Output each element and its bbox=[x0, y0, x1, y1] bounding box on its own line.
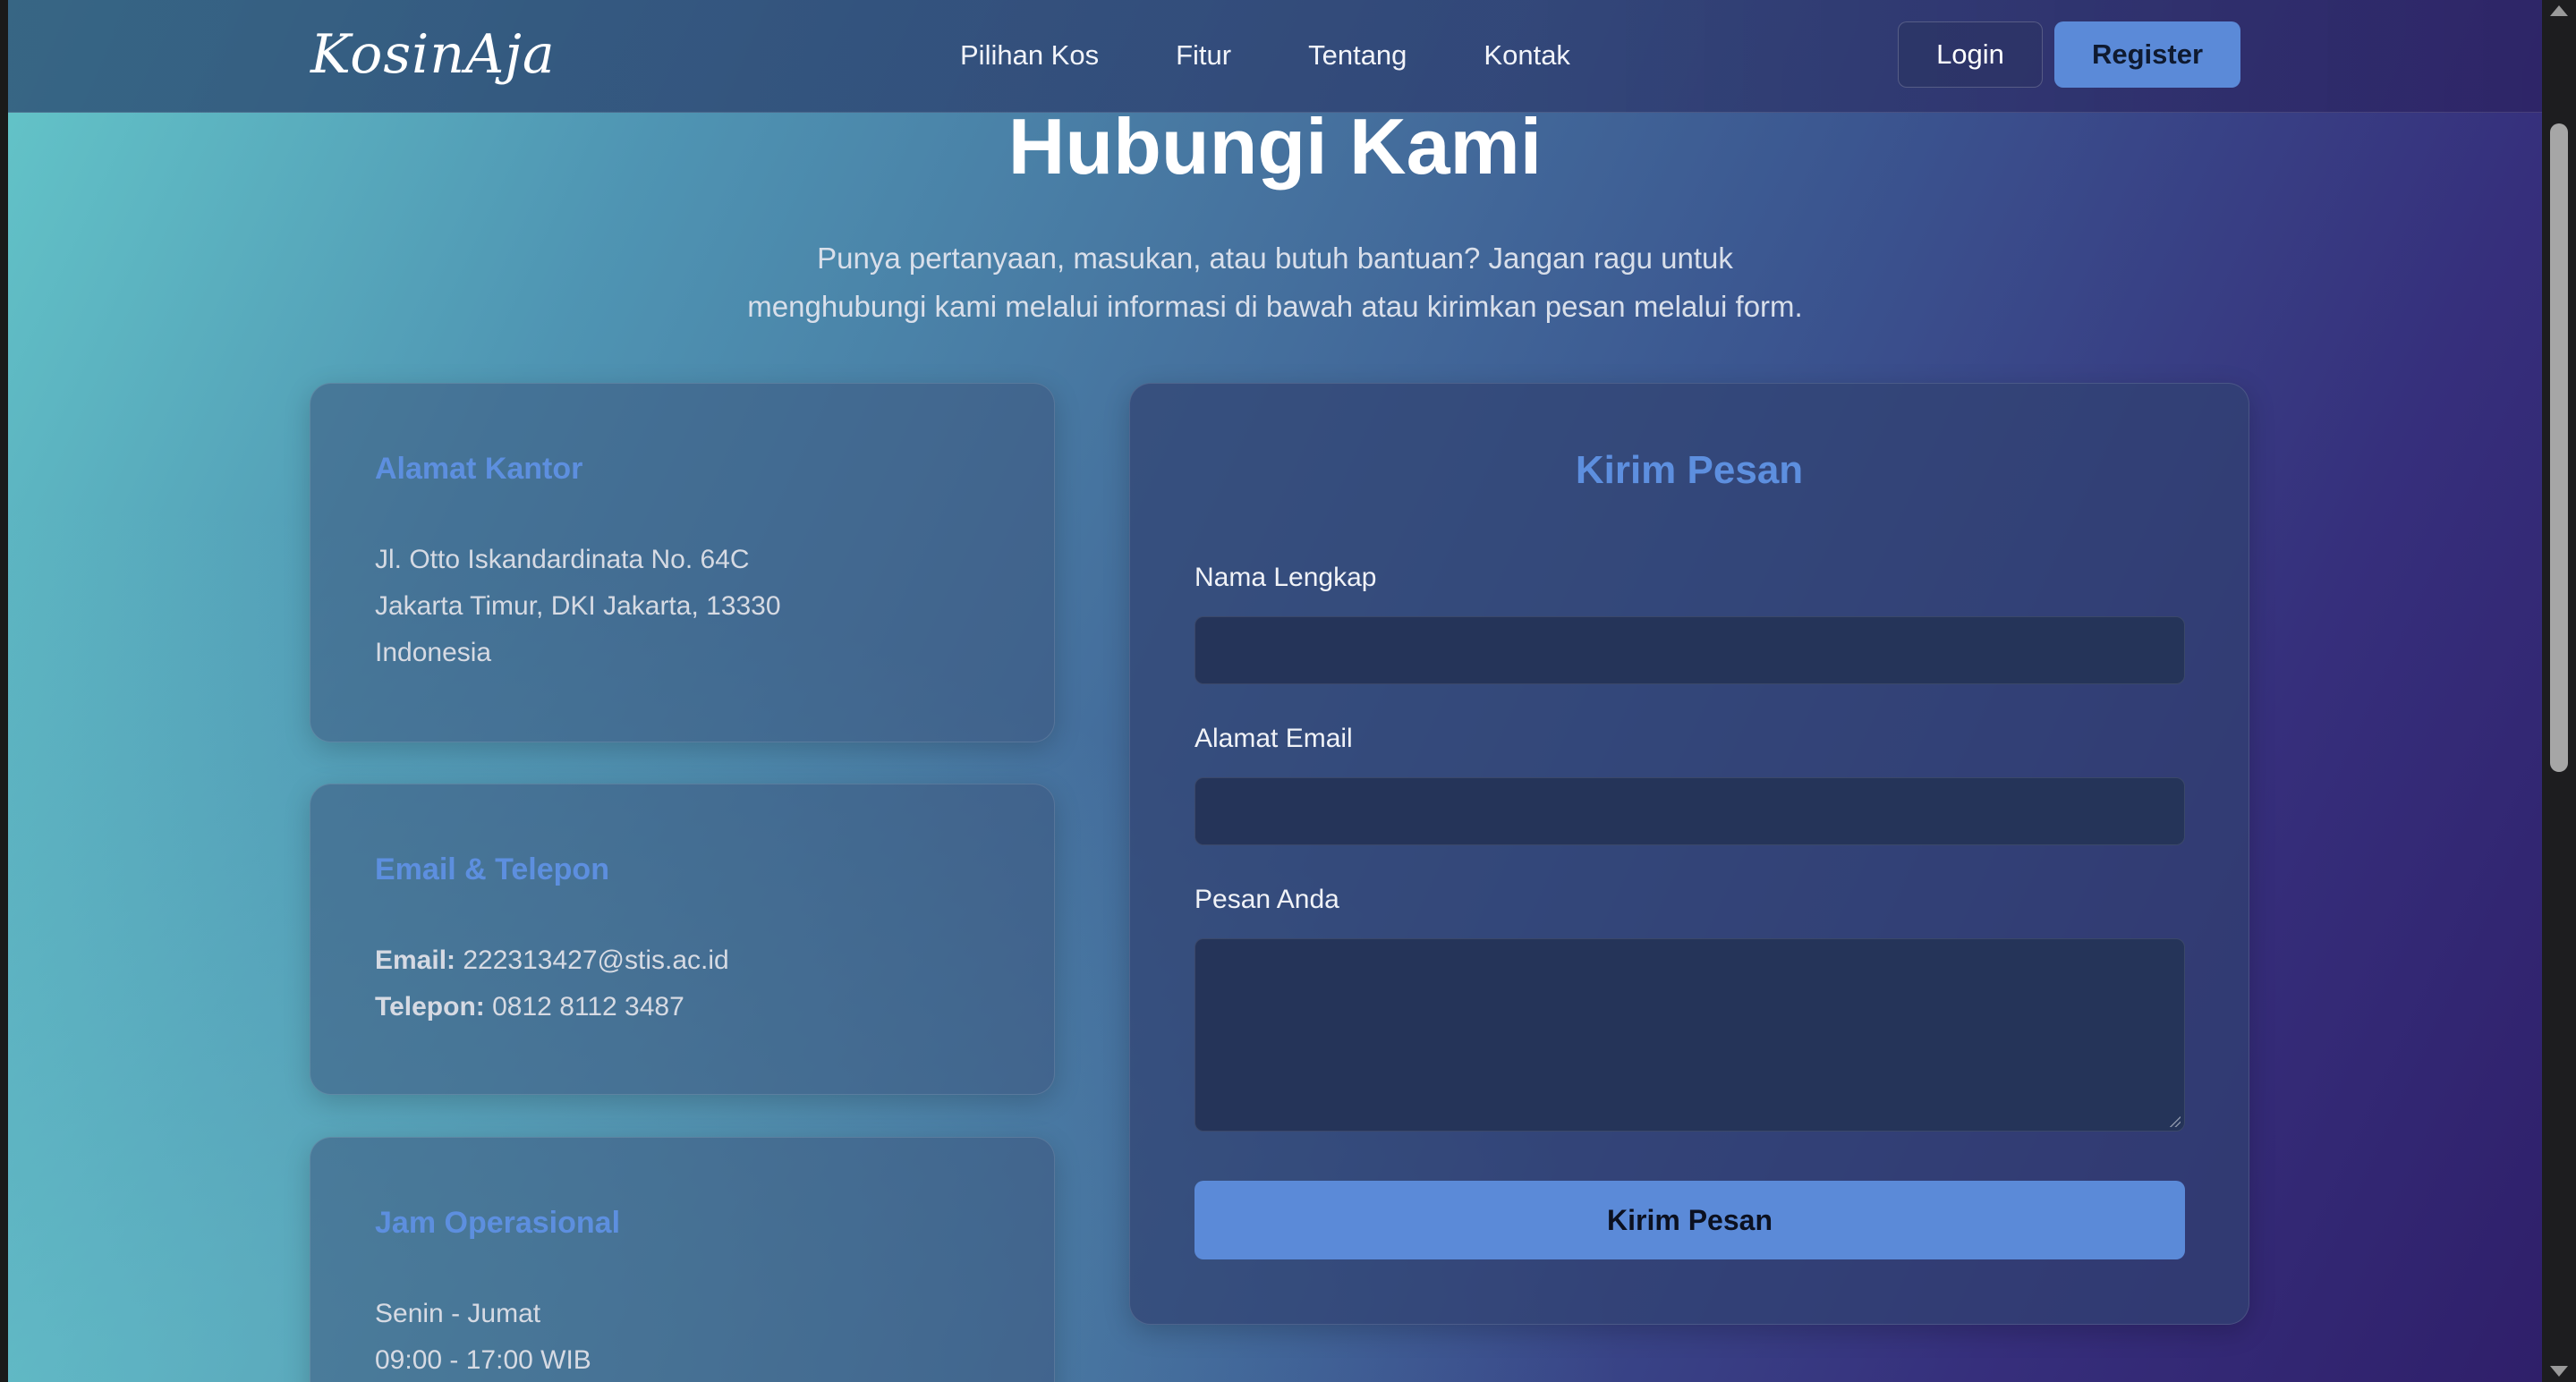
name-input[interactable] bbox=[1194, 616, 2185, 684]
page-subtitle: Punya pertanyaan, masukan, atau butuh ba… bbox=[649, 234, 1901, 331]
email-input[interactable] bbox=[1194, 777, 2185, 845]
phone-value: 0812 8112 3487 bbox=[492, 992, 684, 1022]
nav-link-fitur[interactable]: Fitur bbox=[1176, 34, 1231, 79]
resize-grip-icon[interactable] bbox=[2170, 1116, 2181, 1127]
scrollbar-thumb[interactable] bbox=[2550, 123, 2568, 772]
register-button[interactable]: Register bbox=[2054, 21, 2240, 88]
window-edge bbox=[0, 0, 8, 1382]
message-label: Pesan Anda bbox=[1194, 885, 1339, 914]
contact-card-title: Email & Telepon bbox=[375, 852, 609, 886]
nav-link-tentang[interactable]: Tentang bbox=[1308, 34, 1407, 79]
contact-form-card: Kirim Pesan Nama Lengkap Alamat Email Pe… bbox=[1129, 383, 2249, 1325]
login-button[interactable]: Login bbox=[1898, 21, 2043, 88]
nav-link-kontak[interactable]: Kontak bbox=[1484, 34, 1570, 79]
page-title: Hubungi Kami bbox=[1007, 102, 1543, 191]
name-label: Nama Lengkap bbox=[1194, 563, 1377, 592]
send-message-button[interactable]: Kirim Pesan bbox=[1194, 1181, 2185, 1259]
contact-card: Email & Telepon Email: 222313427@stis.ac… bbox=[310, 784, 1055, 1095]
phone-line: Telepon: 0812 8112 3487 bbox=[375, 992, 684, 1022]
email-value: 222313427@stis.ac.id bbox=[463, 945, 729, 975]
vertical-scrollbar[interactable] bbox=[2542, 0, 2576, 1382]
nav-link-pilihan-kos[interactable]: Pilihan Kos bbox=[960, 34, 1099, 79]
address-card-title: Alamat Kantor bbox=[375, 452, 583, 486]
hours-card-title: Jam Operasional bbox=[375, 1206, 621, 1240]
address-card: Alamat Kantor Jl. Otto Iskandardinata No… bbox=[310, 383, 1055, 742]
address-line-3: Indonesia bbox=[375, 638, 492, 667]
subtitle-line-2: menghubungi kami melalui informasi di ba… bbox=[747, 290, 1803, 323]
subtitle-line-1: Punya pertanyaan, masukan, atau butuh ba… bbox=[817, 242, 1733, 275]
email-line: Email: 222313427@stis.ac.id bbox=[375, 945, 729, 976]
message-textarea[interactable] bbox=[1194, 938, 2185, 1132]
hours-line-1: Senin - Jumat bbox=[375, 1299, 541, 1328]
email-label: Email: bbox=[375, 945, 456, 975]
phone-label: Telepon: bbox=[375, 992, 485, 1022]
hours-line-2: 09:00 - 17:00 WIB bbox=[375, 1345, 591, 1375]
hours-card: Jam Operasional Senin - Jumat 09:00 - 17… bbox=[310, 1137, 1055, 1382]
nav-links: Pilihan Kos Fitur Tentang Kontak bbox=[960, 34, 1647, 79]
address-line-1: Jl. Otto Iskandardinata No. 64C bbox=[375, 545, 750, 574]
scroll-down-arrow-icon[interactable] bbox=[2550, 1366, 2568, 1377]
email-input-label: Alamat Email bbox=[1194, 724, 1353, 753]
form-title: Kirim Pesan bbox=[1575, 448, 1804, 492]
page-viewport: KosinAja Pilihan Kos Fitur Tentang Konta… bbox=[8, 0, 2542, 1382]
scroll-up-arrow-icon[interactable] bbox=[2550, 5, 2568, 16]
address-line-2: Jakarta Timur, DKI Jakarta, 13330 bbox=[375, 591, 781, 621]
logo[interactable]: KosinAja bbox=[310, 23, 556, 95]
